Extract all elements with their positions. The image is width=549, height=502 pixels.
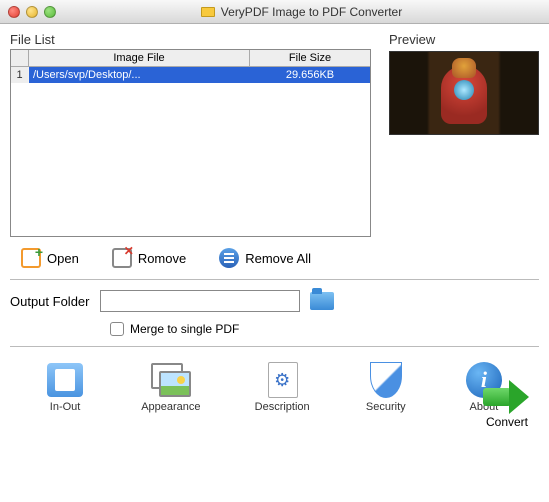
file-list-label: File List — [10, 32, 371, 47]
tab-appearance[interactable]: Appearance — [141, 361, 200, 413]
browse-folder-button[interactable] — [310, 292, 334, 310]
open-label: Open — [47, 251, 79, 266]
tab-security[interactable]: Security — [364, 361, 408, 413]
remove-icon — [112, 248, 132, 268]
titlebar: VeryPDF Image to PDF Converter — [0, 0, 549, 24]
open-icon — [21, 248, 41, 268]
remove-all-icon — [219, 248, 239, 268]
table-header: Image File File Size — [11, 50, 370, 67]
remove-label: Romove — [138, 251, 186, 266]
merge-label: Merge to single PDF — [130, 322, 239, 336]
window-title: VeryPDF Image to PDF Converter — [221, 5, 402, 19]
separator — [10, 346, 539, 347]
open-button[interactable]: Open — [20, 247, 79, 269]
shield-icon — [370, 362, 402, 398]
description-icon — [264, 362, 300, 398]
row-number: 1 — [11, 67, 29, 83]
tab-in-out[interactable]: In-Out — [43, 361, 87, 413]
remove-all-label: Remove All — [245, 251, 311, 266]
tab-label-in-out: In-Out — [50, 401, 81, 413]
tab-label-description: Description — [255, 401, 310, 413]
preview-label: Preview — [389, 32, 539, 47]
convert-label: Convert — [483, 415, 531, 429]
minimize-window-button[interactable] — [26, 6, 38, 18]
tab-label-appearance: Appearance — [141, 401, 200, 413]
table-row[interactable]: 1 /Users/svp/Desktop/... 29.656KB — [11, 67, 370, 83]
zoom-window-button[interactable] — [44, 6, 56, 18]
close-window-button[interactable] — [8, 6, 20, 18]
convert-icon — [483, 380, 531, 414]
in-out-icon — [47, 363, 83, 397]
remove-button[interactable]: Romove — [111, 247, 186, 269]
tab-label-security: Security — [366, 401, 406, 413]
file-list-table[interactable]: Image File File Size 1 /Users/svp/Deskto… — [10, 49, 371, 237]
remove-all-button[interactable]: Remove All — [218, 247, 311, 269]
bottom-tabs: In-Out Appearance Description Security i… — [10, 361, 539, 413]
row-size: 29.656KB — [250, 67, 370, 83]
row-file: /Users/svp/Desktop/... — [29, 67, 250, 83]
output-folder-label: Output Folder — [10, 294, 90, 309]
col-file-size[interactable]: File Size — [250, 50, 370, 66]
convert-button[interactable]: Convert — [483, 380, 531, 429]
col-image-file[interactable]: Image File — [29, 50, 250, 66]
tab-description[interactable]: Description — [255, 361, 310, 413]
separator — [10, 279, 539, 280]
app-icon — [201, 7, 215, 17]
merge-checkbox[interactable] — [110, 322, 124, 336]
preview-image — [389, 51, 539, 135]
output-folder-input[interactable] — [100, 290, 300, 312]
